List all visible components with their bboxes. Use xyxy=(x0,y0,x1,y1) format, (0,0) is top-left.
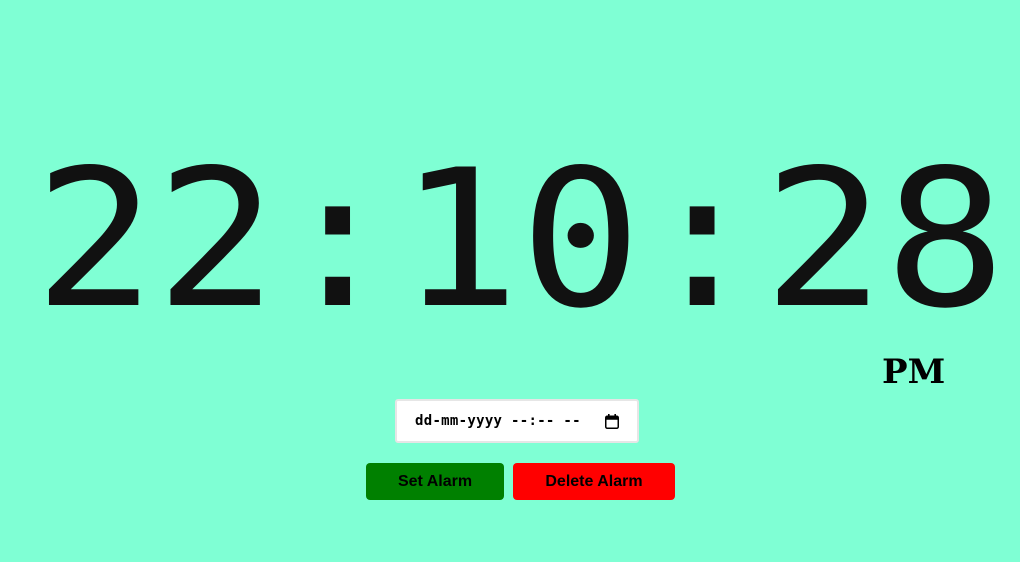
calendar-icon[interactable] xyxy=(605,414,619,429)
alarm-datetime-input[interactable]: dd-mm-yyyy --:-- -- xyxy=(395,399,639,443)
clock-time: 22:10:28 xyxy=(34,155,1006,315)
set-alarm-button[interactable]: Set Alarm xyxy=(366,463,504,500)
delete-alarm-button[interactable]: Delete Alarm xyxy=(513,463,675,500)
am-pm-indicator: PM xyxy=(882,352,946,392)
clock-display: 22:10:28 xyxy=(34,155,1006,315)
datetime-placeholder: dd-mm-yyyy --:-- -- xyxy=(415,413,581,429)
